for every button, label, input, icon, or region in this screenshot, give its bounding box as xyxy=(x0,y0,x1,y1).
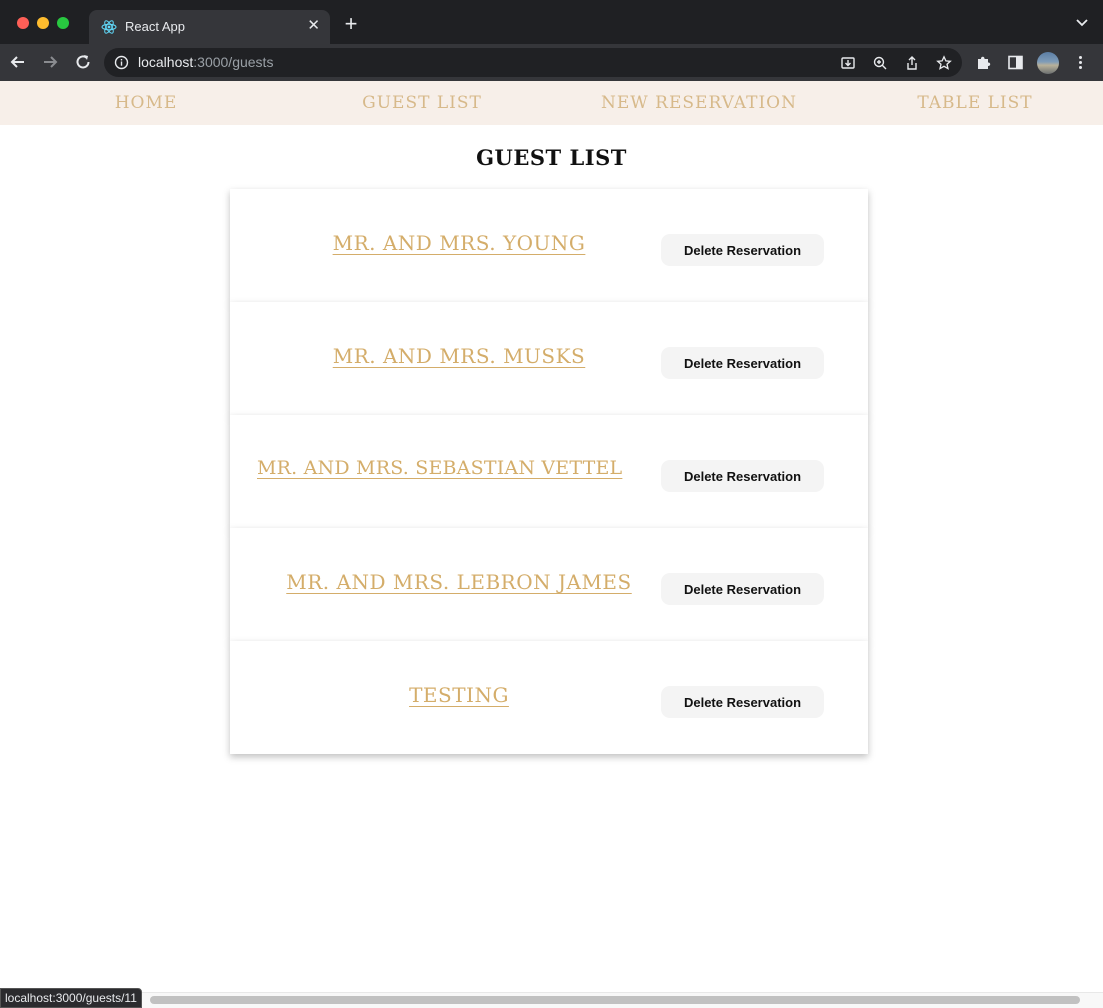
guest-list: MR. AND MRS. YOUNG Delete Reservation MR… xyxy=(230,189,868,754)
guest-name-link[interactable]: MR. AND MRS. MUSKS xyxy=(230,344,688,368)
minimize-window-button[interactable] xyxy=(37,17,49,29)
url-text: localhost:3000/guests xyxy=(138,54,273,70)
nav-link-table-list[interactable]: TABLE LIST xyxy=(917,93,1032,113)
star-icon[interactable] xyxy=(936,55,952,71)
nav-link-new-reservation[interactable]: NEW RESERVATION xyxy=(601,93,797,113)
guest-name-link[interactable]: MR. AND MRS. SEBASTIAN VETTEL xyxy=(257,457,667,479)
browser-tabstrip: React App ✕ + xyxy=(0,0,1103,44)
side-panel-icon[interactable] xyxy=(1007,54,1024,71)
guest-card: MR. AND MRS. LEBRON JAMES Delete Reserva… xyxy=(230,528,868,641)
chevron-down-icon[interactable] xyxy=(1075,16,1089,30)
forward-arrow-icon[interactable] xyxy=(40,52,60,72)
nav-link-guest-list[interactable]: GUEST LIST xyxy=(362,93,482,113)
delete-reservation-button[interactable]: Delete Reservation xyxy=(661,460,824,492)
extensions-puzzle-icon[interactable] xyxy=(975,54,992,71)
close-tab-icon[interactable]: ✕ xyxy=(307,17,320,35)
guest-name-link[interactable]: MR. AND MRS. LEBRON JAMES xyxy=(230,570,688,594)
info-icon[interactable] xyxy=(114,55,129,70)
guest-name-link[interactable]: MR. AND MRS. YOUNG xyxy=(230,231,688,255)
url-host: localhost xyxy=(138,54,194,70)
guest-card: MR. AND MRS. SEBASTIAN VETTEL Delete Res… xyxy=(230,415,868,528)
more-menu-icon[interactable] xyxy=(1072,54,1089,71)
horizontal-scrollbar-thumb[interactable] xyxy=(150,996,1080,1004)
close-window-button[interactable] xyxy=(17,17,29,29)
back-arrow-icon[interactable] xyxy=(8,52,28,72)
browser-toolbar: localhost:3000/guests xyxy=(0,44,1103,81)
page-title: GUEST LIST xyxy=(476,145,627,170)
status-url-tooltip: localhost:3000/guests/11 xyxy=(0,988,142,1008)
tab-title: React App xyxy=(125,19,185,34)
guest-name-link[interactable]: TESTING xyxy=(230,683,688,707)
guest-card: TESTING Delete Reservation xyxy=(230,641,868,754)
app-navbar: HOME GUEST LIST NEW RESERVATION TABLE LI… xyxy=(0,81,1103,125)
delete-reservation-button[interactable]: Delete Reservation xyxy=(661,234,824,266)
zoom-icon[interactable] xyxy=(872,55,888,71)
reload-icon[interactable] xyxy=(73,52,93,72)
maximize-window-button[interactable] xyxy=(57,17,69,29)
browser-tab[interactable]: React App ✕ xyxy=(89,10,330,44)
guest-card: MR. AND MRS. YOUNG Delete Reservation xyxy=(230,189,868,302)
address-bar[interactable]: localhost:3000/guests xyxy=(104,48,962,77)
profile-avatar[interactable] xyxy=(1037,52,1059,74)
delete-reservation-button[interactable]: Delete Reservation xyxy=(661,347,824,379)
install-icon[interactable] xyxy=(840,55,856,71)
nav-link-home[interactable]: HOME xyxy=(115,93,178,113)
react-logo-icon xyxy=(101,20,117,34)
share-icon[interactable] xyxy=(904,55,920,71)
delete-reservation-button[interactable]: Delete Reservation xyxy=(661,573,824,605)
delete-reservation-button[interactable]: Delete Reservation xyxy=(661,686,824,718)
url-path: :3000/guests xyxy=(193,54,274,70)
new-tab-icon[interactable]: + xyxy=(340,13,362,36)
guest-card: MR. AND MRS. MUSKS Delete Reservation xyxy=(230,302,868,415)
